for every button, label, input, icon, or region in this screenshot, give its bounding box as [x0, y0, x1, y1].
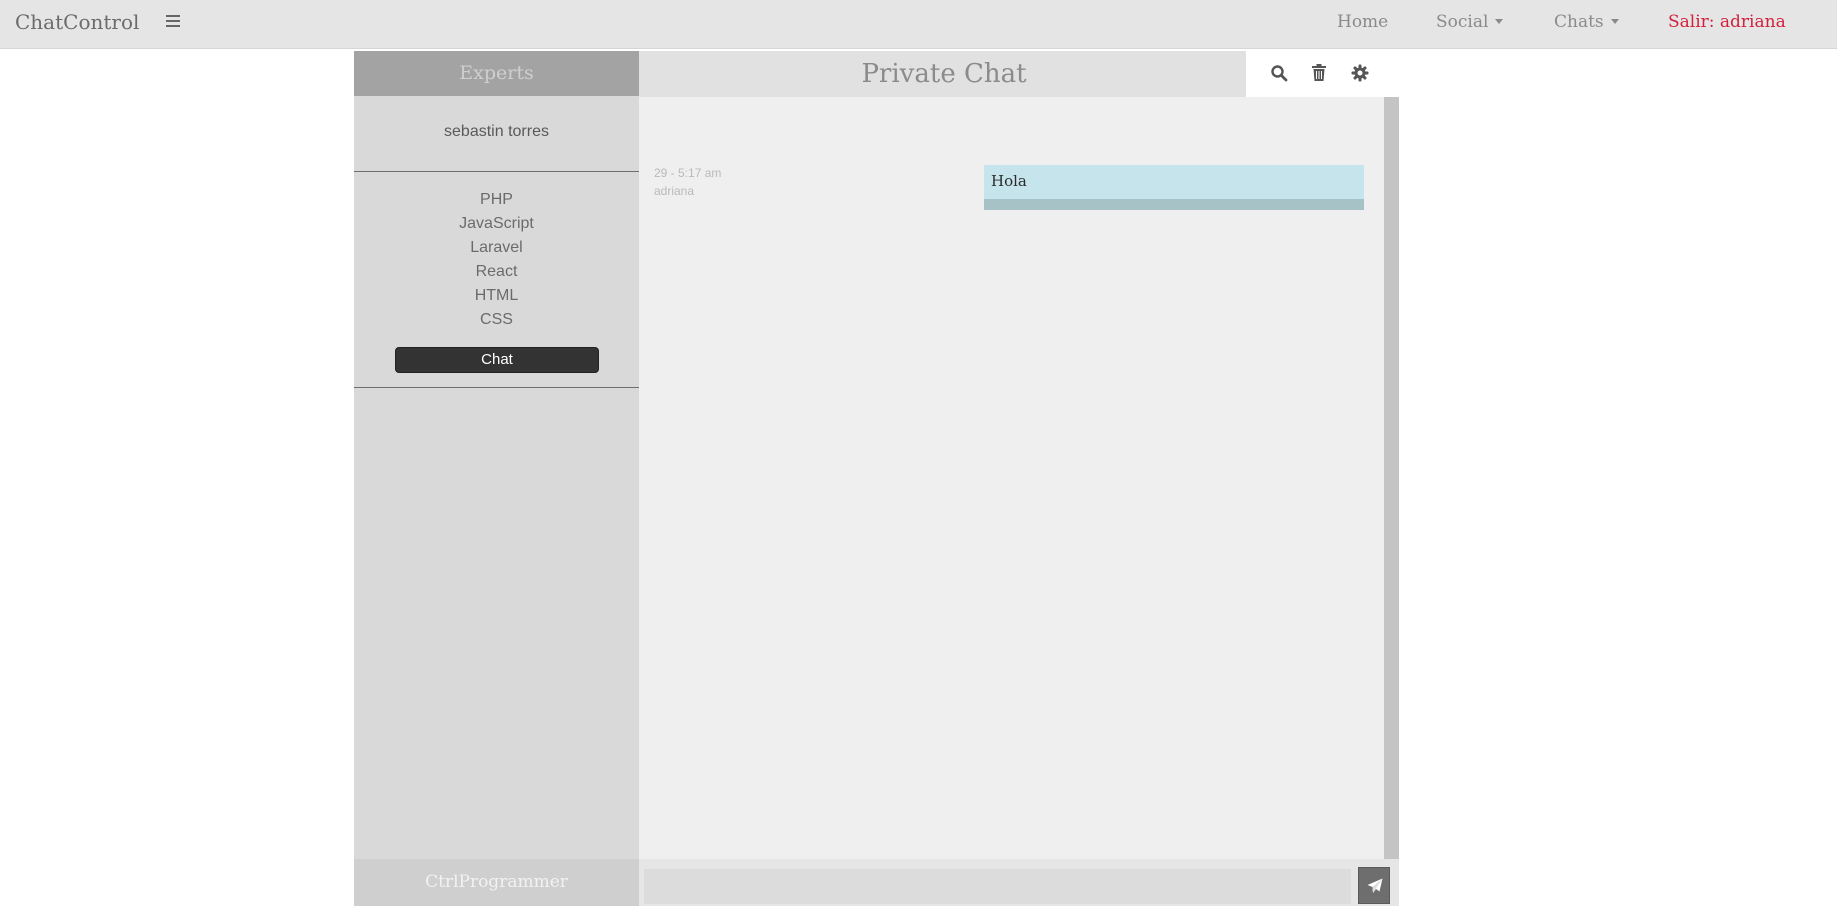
divider [354, 387, 639, 388]
message-composer [639, 859, 1399, 906]
brand-logo[interactable]: ChatControl [15, 10, 139, 34]
skill-item: CSS [480, 311, 513, 328]
send-button[interactable] [1358, 867, 1390, 904]
logout-link[interactable]: Salir: adriana [1668, 12, 1786, 32]
message-bubble: Hola [984, 165, 1364, 210]
skill-item: HTML [474, 287, 519, 304]
message-scrollbar[interactable] [1384, 97, 1399, 859]
chat-app: Experts sebastin torres PHP JavaScript L… [354, 51, 1399, 906]
sidebar-title: Experts [354, 51, 639, 96]
skill-item: PHP [480, 191, 513, 208]
gear-icon[interactable] [1351, 64, 1371, 84]
skill-item: JavaScript [459, 215, 534, 232]
nav-home-link[interactable]: Home [1337, 12, 1388, 32]
chat-title: Private Chat [861, 59, 1027, 89]
chat-toolbar [1246, 51, 1399, 97]
message-input[interactable] [644, 869, 1351, 904]
message-author: adriana [654, 184, 695, 198]
chat-header: Private Chat [639, 51, 1399, 97]
skill-item: Laravel [470, 239, 523, 256]
chat-panel: Private Chat 29 - 5:17 am adriana Hola [639, 51, 1399, 906]
divider [354, 171, 639, 172]
sidebar-footer: CtrlProgrammer [354, 859, 639, 906]
send-icon [1367, 878, 1383, 893]
expert-name: sebastin torres [444, 123, 549, 140]
start-chat-button[interactable]: Chat [395, 347, 599, 373]
message-meta: 29 - 5:17 am adriana [654, 164, 721, 200]
nav-chats-dropdown[interactable]: Chats [1554, 12, 1619, 32]
skills-list: PHP JavaScript Laravel React HTML CSS [354, 188, 639, 332]
top-navbar: ChatControl Home Social Chats Salir: adr… [0, 0, 1837, 49]
nav-social-dropdown[interactable]: Social [1436, 12, 1503, 32]
message-list: 29 - 5:17 am adriana Hola [639, 97, 1384, 859]
search-icon[interactable] [1270, 64, 1290, 84]
message-text: Hola [991, 172, 1027, 190]
hamburger-icon[interactable] [166, 12, 184, 32]
message-time: 29 - 5:17 am [654, 166, 722, 180]
skill-item: React [475, 263, 518, 280]
message-bubble-footer [984, 199, 1364, 210]
trash-icon[interactable] [1311, 64, 1331, 84]
experts-sidebar: Experts sebastin torres PHP JavaScript L… [354, 51, 639, 906]
